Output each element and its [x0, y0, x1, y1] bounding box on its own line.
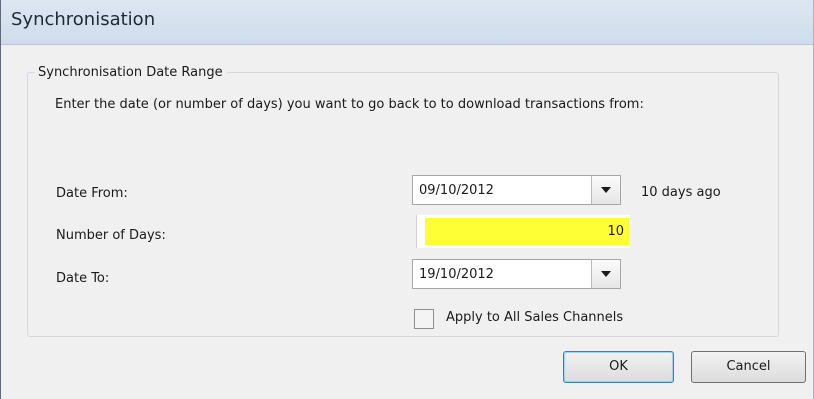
instructions-text: Enter the date (or number of days) you w… [55, 97, 644, 112]
group-legend: Synchronisation Date Range [38, 65, 223, 80]
dialog-body: Synchronisation Date Range Enter the dat… [1, 45, 813, 399]
number-of-days-highlight [425, 218, 629, 245]
date-to-label: Date To: [56, 271, 110, 286]
days-ago-text: 10 days ago [641, 185, 721, 200]
date-to-dropdown-button[interactable] [591, 260, 620, 288]
date-from-label: Date From: [56, 186, 128, 201]
title-bar[interactable]: Synchronisation [1, 0, 813, 45]
date-to-combo[interactable]: 19/10/2012 [412, 259, 621, 289]
cancel-button[interactable]: Cancel [691, 351, 806, 383]
ok-button[interactable]: OK [563, 351, 674, 383]
apply-all-label[interactable]: Apply to All Sales Channels [446, 310, 623, 325]
date-from-value: 09/10/2012 [419, 183, 494, 198]
chevron-down-icon [601, 271, 611, 277]
number-of-days-label: Number of Days: [56, 228, 166, 243]
dialog-title: Synchronisation [11, 9, 156, 30]
synchronisation-dialog: Synchronisation Synchronisation Date Ran… [0, 0, 814, 399]
number-of-days-input[interactable]: 10 [416, 215, 630, 248]
date-from-combo[interactable]: 09/10/2012 [412, 175, 621, 205]
date-from-dropdown-button[interactable] [591, 176, 620, 204]
date-to-value: 19/10/2012 [419, 267, 494, 282]
apply-all-checkbox[interactable] [414, 309, 434, 329]
chevron-down-icon [601, 187, 611, 193]
number-of-days-value: 10 [607, 224, 624, 239]
